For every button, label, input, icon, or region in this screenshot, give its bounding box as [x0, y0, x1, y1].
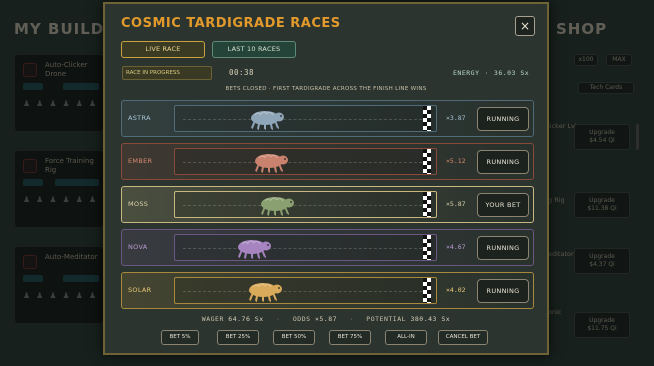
- odds-value: ×5.87: [314, 315, 338, 323]
- upgrade-button[interactable]: Upgrade $11.75 Qi: [574, 312, 630, 338]
- all-in-button[interactable]: ALL-IN: [385, 330, 427, 345]
- bet-75-button[interactable]: BET 75%: [329, 330, 371, 345]
- building-card[interactable]: Auto-Meditator ♟♟♟♟♟♟♟♟♟♟: [14, 246, 155, 324]
- track-line: [183, 119, 422, 120]
- race-lane-moss: MOSS ×5.87 YOUR BET: [121, 186, 534, 223]
- track-line: [183, 248, 422, 249]
- building-tag: [63, 275, 99, 282]
- upgrade-button[interactable]: Upgrade $4.54 Qi: [574, 124, 630, 150]
- building-tag: [23, 275, 43, 282]
- odds-label: ODDS: [292, 315, 311, 323]
- upgrade-button[interactable]: Upgrade $11.38 Qi: [574, 192, 630, 218]
- shop-item-label: licker Lvl: [548, 122, 577, 130]
- tardigrade-icon: [254, 154, 288, 174]
- shop-qty-button[interactable]: x100: [574, 54, 598, 66]
- racer-status-button[interactable]: RUNNING: [477, 107, 529, 131]
- race-track: [174, 148, 437, 175]
- bet-50-button[interactable]: BET 50%: [273, 330, 315, 345]
- building-name: Auto-Meditator: [45, 253, 98, 261]
- track-line: [183, 291, 422, 292]
- racer-odds: ×5.87: [446, 200, 466, 208]
- race-lane-ember: EMBER ×5.12 RUNNING: [121, 143, 534, 180]
- tech-cards-button[interactable]: Tech Cards: [578, 82, 634, 94]
- worker-icons: ♟♟♟♟♟♟♟♟♟♟: [23, 99, 155, 108]
- potential-label: POTENTIAL: [366, 315, 407, 323]
- energy-readout: ENERGY · 36.03 Sx: [453, 69, 530, 77]
- shop-title: SHOP: [556, 20, 608, 38]
- racer-odds: ×3.87: [446, 114, 466, 122]
- building-tag: [23, 83, 43, 90]
- race-lane-solar: SOLAR ×4.02 RUNNING: [121, 272, 534, 309]
- finish-line: [423, 106, 431, 131]
- racer-name: NOVA: [128, 243, 148, 251]
- building-icon: [23, 255, 37, 269]
- racer-status-button[interactable]: YOUR BET: [477, 193, 529, 217]
- racer-odds: ×4.02: [446, 286, 466, 294]
- track-line: [183, 205, 422, 206]
- racer-name: MOSS: [128, 200, 149, 208]
- racer-odds: ×4.67: [446, 243, 466, 251]
- shop-max-button[interactable]: MAX: [606, 54, 632, 66]
- energy-value: 36.03 Sx: [493, 69, 530, 77]
- race-modal: COSMIC TARDIGRADE RACES × LIVE RACE LAST…: [103, 2, 549, 355]
- tardigrade-icon: [250, 111, 284, 131]
- building-icon: [23, 159, 37, 173]
- tab-last-races[interactable]: LAST 10 RACES: [212, 41, 296, 58]
- racer-status-button[interactable]: RUNNING: [477, 279, 529, 303]
- race-track: [174, 277, 437, 304]
- racer-status-button[interactable]: RUNNING: [477, 150, 529, 174]
- race-lane-astra: ASTRA ×3.87 RUNNING: [121, 100, 534, 137]
- shop-item-label: editator: [548, 250, 574, 258]
- scrollbar[interactable]: [636, 124, 639, 150]
- tardigrade-icon: [248, 283, 282, 303]
- potential-value: 380.43 Sx: [410, 315, 451, 323]
- race-status-badge: RACE IN PROGRESS: [122, 66, 212, 80]
- racer-name: SOLAR: [128, 286, 152, 294]
- worker-icons: ♟♟♟♟♟♟♟♟♟♟: [23, 291, 155, 300]
- bet-25-button[interactable]: BET 25%: [217, 330, 259, 345]
- building-name: Force Training Rig: [45, 157, 94, 174]
- racer-name: EMBER: [128, 157, 153, 165]
- race-track: [174, 191, 437, 218]
- race-lane-nova: NOVA ×4.67 RUNNING: [121, 229, 534, 266]
- building-tag: [55, 179, 99, 186]
- modal-title: COSMIC TARDIGRADE RACES: [121, 16, 341, 31]
- wager-value: 64.76 Sx: [228, 315, 264, 323]
- finish-line: [423, 149, 431, 174]
- cancel-bet-button[interactable]: CANCEL BET: [438, 330, 488, 345]
- bet-5-button[interactable]: BET 5%: [161, 330, 199, 345]
- finish-line: [423, 192, 431, 217]
- building-card[interactable]: Force Training Rig ♟♟♟♟♟♟♟♟♟♟: [14, 150, 155, 228]
- track-line: [183, 162, 422, 163]
- racer-odds: ×5.12: [446, 157, 466, 165]
- worker-icons: ♟♟♟♟♟♟♟♟♟♟: [23, 195, 155, 204]
- building-tag: [23, 179, 43, 186]
- wager-label: WAGER: [201, 315, 224, 323]
- tab-live-race[interactable]: LIVE RACE: [121, 41, 205, 58]
- building-icon: [23, 63, 37, 77]
- racer-name: ASTRA: [128, 114, 151, 122]
- racer-status-button[interactable]: RUNNING: [477, 236, 529, 260]
- race-track: [174, 234, 437, 261]
- finish-line: [423, 235, 431, 260]
- finish-line: [423, 278, 431, 303]
- tardigrade-icon: [237, 240, 271, 260]
- bet-summary: WAGER 64.76 Sx · ODDS ×5.87 · POTENTIAL …: [201, 315, 451, 323]
- building-name: Auto-Clicker Drone: [45, 61, 88, 78]
- tardigrade-icon: [260, 197, 294, 217]
- race-timer: 00:38: [229, 68, 255, 77]
- shop-item-label: onic: [548, 308, 562, 316]
- energy-label: ENERGY: [453, 69, 480, 77]
- bets-closed-notice: BETS CLOSED · FIRST TARDIGRADE ACROSS TH…: [225, 86, 427, 92]
- close-button[interactable]: ×: [515, 16, 535, 36]
- shop-item-label: g Rig: [548, 196, 565, 204]
- race-track: [174, 105, 437, 132]
- upgrade-button[interactable]: Upgrade $4.37 Qi: [574, 248, 630, 274]
- building-tag: [63, 83, 99, 90]
- building-card[interactable]: Auto-Clicker Drone ♟♟♟♟♟♟♟♟♟♟: [14, 54, 155, 132]
